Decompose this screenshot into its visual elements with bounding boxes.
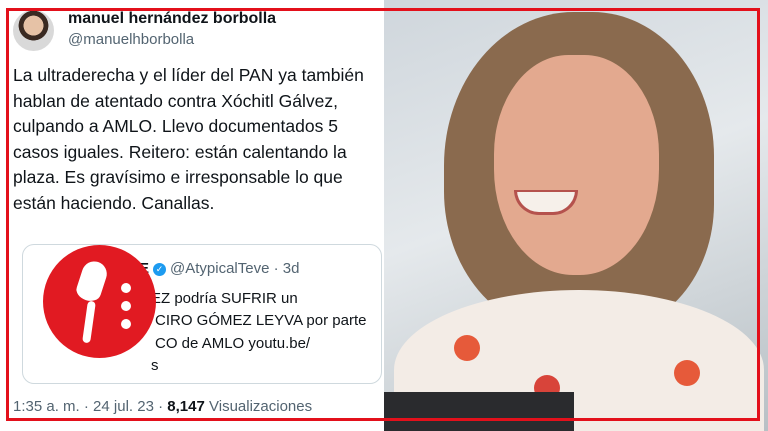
tweet-date[interactable]: 24 jul. 23 xyxy=(93,398,154,415)
author-handle[interactable]: @manuelhborbolla xyxy=(68,31,194,48)
quoted-time: 3d xyxy=(282,260,300,277)
portrait-photo xyxy=(384,0,768,431)
quoted-line-1: EZ podría SUFRIR un xyxy=(151,290,298,307)
tweet-text: La ultraderecha y el líder del PAN ya ta… xyxy=(13,65,364,213)
tweet-time[interactable]: 1:35 a. m. xyxy=(13,398,80,415)
tweet-meta: 1:35 a. m. · 24 jul. 23 · 8,147 Visualiz… xyxy=(13,398,313,415)
quoted-author-handle: @AtypicalTeve xyxy=(170,260,270,277)
avatar[interactable] xyxy=(13,10,54,51)
verified-badge-icon: ✓ xyxy=(153,263,167,276)
microphone-icon xyxy=(43,245,156,358)
views-label: Visualizaciones xyxy=(209,398,313,415)
quoted-author[interactable]: VE✓@AtypicalTeve · 3d xyxy=(129,260,299,277)
view-count: 8,147 xyxy=(167,398,205,415)
quoted-line-4: s xyxy=(151,357,159,374)
author-name[interactable]: manuel hernández borbolla xyxy=(68,10,276,28)
tweet-card: manuel hernández borbolla @manuelhborbol… xyxy=(0,0,384,431)
quoted-line-2: CIRO GÓMEZ LEYVA por parte xyxy=(155,312,367,329)
quoted-line-3[interactable]: CO de AMLO youtu.be/ xyxy=(155,334,310,353)
